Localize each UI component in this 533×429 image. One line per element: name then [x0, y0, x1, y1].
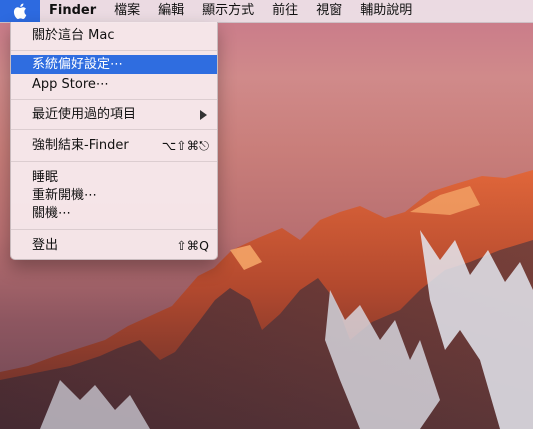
menu-go[interactable]: 前往 — [263, 0, 307, 22]
force-quit-shortcut: ⌥⇧⌘⎋ — [161, 138, 209, 153]
menu-window[interactable]: 視窗 — [307, 0, 351, 22]
menu-item-shutdown[interactable]: 關機⋯ — [11, 204, 217, 223]
menu-item-app-store-label: App Store⋯ — [32, 77, 109, 92]
apple-icon — [13, 3, 27, 19]
apple-dropdown-menu: 關於這台 Mac 系統偏好設定⋯ App Store⋯ 最近使用過的項目 強制結… — [10, 22, 218, 260]
menu-item-sleep[interactable]: 睡眠 — [11, 168, 217, 187]
menu-item-force-quit-label: 強制結束-Finder — [32, 138, 129, 153]
menu-item-system-preferences[interactable]: 系統偏好設定⋯ — [11, 55, 217, 74]
menu-separator — [11, 129, 217, 130]
menu-item-system-preferences-label: 系統偏好設定⋯ — [32, 57, 124, 72]
menu-file[interactable]: 檔案 — [105, 0, 149, 22]
menu-help[interactable]: 輔助說明 — [351, 0, 421, 22]
menu-item-sleep-label: 睡眠 — [32, 170, 59, 185]
menu-item-logout[interactable]: 登出 ⇧⌘Q — [11, 236, 217, 255]
menu-item-app-store[interactable]: App Store⋯ — [11, 75, 217, 94]
menu-item-logout-label: 登出 — [32, 238, 59, 253]
menu-item-restart-label: 重新開機⋯ — [32, 188, 98, 203]
menu-item-recent-items-label: 最近使用過的項目 — [32, 107, 137, 122]
submenu-arrow-icon — [200, 110, 207, 120]
menu-item-shutdown-label: 關機⋯ — [32, 206, 72, 221]
menu-separator — [11, 99, 217, 100]
menu-item-restart[interactable]: 重新開機⋯ — [11, 186, 217, 205]
apple-menu-button[interactable] — [0, 0, 40, 22]
menu-separator — [11, 229, 217, 230]
menu-item-about[interactable]: 關於這台 Mac — [11, 26, 217, 45]
menu-bar: Finder 檔案 編輯 顯示方式 前往 視窗 輔助說明 — [0, 0, 533, 23]
menu-separator — [11, 50, 217, 51]
menu-item-about-label: 關於這台 Mac — [32, 28, 115, 43]
logout-shortcut: ⇧⌘Q — [176, 238, 209, 253]
menu-item-force-quit[interactable]: 強制結束-Finder ⌥⇧⌘⎋ — [11, 136, 217, 155]
menu-view[interactable]: 顯示方式 — [193, 0, 263, 22]
menu-finder[interactable]: Finder — [40, 0, 105, 22]
menu-separator — [11, 161, 217, 162]
menu-edit[interactable]: 編輯 — [149, 0, 193, 22]
menu-item-recent-items[interactable]: 最近使用過的項目 — [11, 105, 217, 124]
